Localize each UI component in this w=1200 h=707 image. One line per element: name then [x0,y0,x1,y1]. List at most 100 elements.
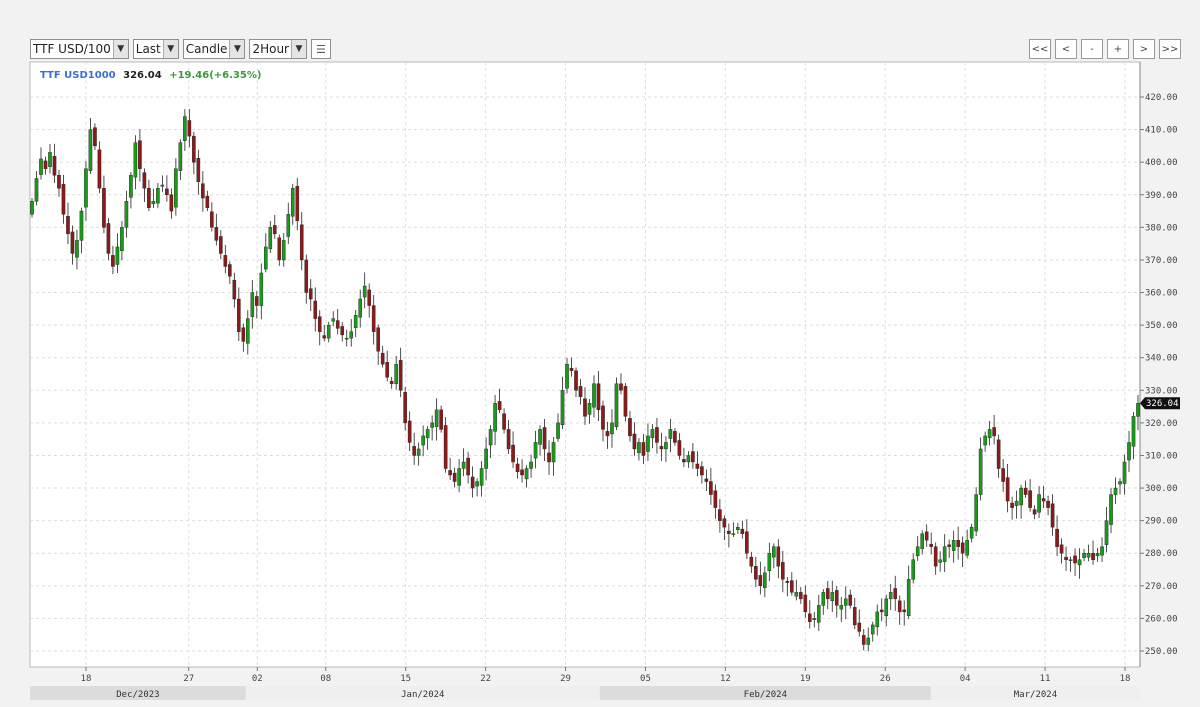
candle-body [1118,481,1122,485]
candle-body [425,429,430,439]
candle-body [996,439,1001,469]
candle-body [673,431,677,443]
candle-body [1019,487,1023,506]
candle-body [947,544,951,547]
candle-body [1077,559,1082,566]
candle-body [416,448,421,456]
candle-body [745,531,749,554]
candle-body [129,175,133,198]
candle-body [335,320,340,329]
candle-body [201,183,205,199]
candle-body [219,236,223,254]
candlestick-chart[interactable]: 250.00 260.00 270.00 280.00 290.00 300.00 310.… [0,0,1200,707]
candle-body [542,427,547,450]
candle-body [902,609,907,613]
x-axis: 18 27 02 08 15 22 29 05 12 19 26 04 11 18 [81,667,1130,684]
candle-body [637,442,641,454]
candle-body [628,418,632,437]
candle-body [565,364,569,389]
candle-body [466,457,470,476]
month-label: Mar/2024 [1014,690,1057,700]
y-tick-label: 420.00 [1145,93,1178,103]
month-label: Feb/2024 [744,690,787,700]
x-tick-label: 11 [1040,674,1051,684]
candle-body [398,360,403,391]
candle-body [987,429,992,439]
candle-body [407,420,412,443]
candle-body [1131,416,1136,447]
candle-body [246,318,250,344]
candle-body [529,461,533,469]
candle-body [448,470,452,476]
candle-body [43,160,48,169]
candle-body [646,435,650,452]
candle-body [749,556,754,567]
candle-body [799,592,803,600]
x-tick-label: 27 [183,674,194,684]
candle-body [52,156,57,176]
candle-body [75,240,79,258]
candle-body [295,186,300,222]
candle-body [331,318,336,322]
candle-body [839,605,844,610]
candle-body [879,609,884,613]
candle-body [93,127,97,147]
x-tick-label: 02 [252,674,263,684]
candle-body [569,367,574,371]
candle-body [250,292,255,317]
candle-body [57,175,61,189]
y-tick-label: 340.00 [1145,354,1178,364]
candle-body [736,526,740,530]
candle-body [214,227,219,241]
candle-body [1073,555,1077,564]
candle-body [623,386,628,417]
candle-body [933,546,938,567]
plot-area [29,61,1141,668]
y-tick-label: 300.00 [1145,484,1178,494]
candle-body [965,540,969,556]
candle-body [776,546,781,567]
candle-body [1041,498,1046,502]
candle-body [488,429,493,446]
candle-body [147,188,151,208]
candle-body [664,442,668,450]
candle-body [196,158,201,182]
candle-body [394,364,398,384]
x-tick-label: 05 [640,674,651,684]
candle-body [574,370,578,391]
candle-body [605,431,610,437]
candle-body [304,259,309,293]
candle-body [857,622,862,632]
candle-body [133,142,138,178]
candle-body [403,392,407,424]
candle-body [551,442,556,463]
candle-body [978,448,983,495]
candle-body [457,468,461,486]
candle-body [1091,553,1095,560]
candle-body [452,472,457,482]
candle-body [852,607,857,626]
candle-body [1122,461,1127,484]
candle-body [210,211,214,228]
chart-header: TTF USD1000 326.04 +19.46(+6.35%) [40,70,261,81]
candle-body [142,172,147,189]
candle-body [938,559,942,563]
candle-body [740,528,745,534]
header-last-price: 326.04 [123,70,162,81]
candle-body [165,188,169,195]
candle-body [88,129,93,171]
last-price-marker: 326.04 [1140,397,1180,410]
candle-body [677,440,682,456]
candle-body [718,509,722,521]
candle-body [893,588,898,600]
candle-body [592,383,596,408]
candle-body [587,403,592,415]
candle-body [834,590,839,606]
candle-body [619,383,623,391]
y-tick-label: 320.00 [1145,419,1178,429]
candle-body [533,442,538,459]
candle-body [263,246,268,270]
candle-body [803,594,808,613]
candle-body [493,403,497,432]
candle-body [983,435,987,446]
